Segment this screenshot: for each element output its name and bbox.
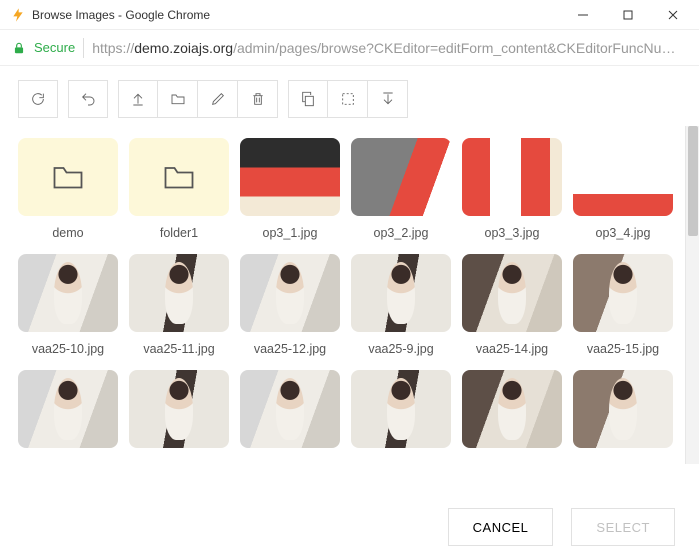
window-minimize-button[interactable] [560,0,605,30]
select-button[interactable]: SELECT [571,508,675,546]
image-item[interactable]: op3_1.jpg [240,138,340,240]
image-thumbnail [462,370,562,448]
item-label: vaa25-9.jpg [368,342,433,356]
item-label: vaa25-12.jpg [254,342,326,356]
item-label: vaa25-15.jpg [587,342,659,356]
image-item[interactable]: vaa25-15.jpg [573,254,673,356]
item-label: vaa25-14.jpg [476,342,548,356]
image-item[interactable]: op3_4.jpg [573,138,673,240]
image-thumbnail [573,370,673,448]
window-maximize-button[interactable] [605,0,650,30]
image-item[interactable] [573,370,673,458]
secure-label: Secure [34,40,75,55]
folder-icon [18,138,118,216]
window-title: Browse Images - Google Chrome [32,8,560,22]
paste-button[interactable] [368,80,408,118]
toolbar [0,66,699,126]
image-thumbnail [18,254,118,332]
image-thumbnail [351,370,451,448]
rename-button[interactable] [198,80,238,118]
image-thumbnail [351,138,451,216]
window-close-button[interactable] [650,0,695,30]
window-titlebar: Browse Images - Google Chrome [0,0,699,30]
copy-button[interactable] [288,80,328,118]
cut-button[interactable] [328,80,368,118]
image-item[interactable]: vaa25-11.jpg [129,254,229,356]
image-thumbnail [462,254,562,332]
image-item[interactable] [18,370,118,458]
image-thumbnail [129,370,229,448]
dialog-actions: CANCEL SELECT [448,508,675,546]
item-label: op3_4.jpg [596,226,651,240]
image-thumbnail [240,370,340,448]
file-browser-dialog: demo folder1 op3_1.jpg op3_2.jpg op3_3.jpg op… [0,66,699,560]
folder-icon [129,138,229,216]
image-item[interactable] [462,370,562,458]
image-item[interactable]: vaa25-9.jpg [351,254,451,356]
address-bar: Secure https://demo.zoiajs.org/admin/pag… [0,30,699,66]
image-item[interactable] [240,370,340,458]
new-folder-button[interactable] [158,80,198,118]
image-thumbnail [18,370,118,448]
image-item[interactable] [351,370,451,458]
folder-item[interactable]: demo [18,138,118,240]
url-display[interactable]: https://demo.zoiajs.org/admin/pages/brow… [92,40,687,56]
scrollbar-thumb[interactable] [688,126,698,236]
image-thumbnail [573,254,673,332]
addrbar-divider [83,38,84,58]
image-item[interactable]: vaa25-10.jpg [18,254,118,356]
lock-icon [12,41,26,55]
item-label: op3_2.jpg [374,226,429,240]
cancel-button[interactable]: CANCEL [448,508,554,546]
back-button[interactable] [68,80,108,118]
image-item[interactable]: op3_2.jpg [351,138,451,240]
image-thumbnail [351,254,451,332]
items-grid: demo folder1 op3_1.jpg op3_2.jpg op3_3.jpg op… [0,126,699,476]
image-thumbnail [129,254,229,332]
item-label: vaa25-10.jpg [32,342,104,356]
folder-item[interactable]: folder1 [129,138,229,240]
item-label: vaa25-11.jpg [143,342,214,356]
scrollbar[interactable] [685,126,699,464]
item-label: folder1 [160,226,198,240]
image-item[interactable] [129,370,229,458]
image-item[interactable]: vaa25-14.jpg [462,254,562,356]
delete-button[interactable] [238,80,278,118]
image-thumbnail [240,138,340,216]
upload-button[interactable] [118,80,158,118]
refresh-button[interactable] [18,80,58,118]
item-label: op3_3.jpg [485,226,540,240]
image-thumbnail [573,138,673,216]
image-item[interactable]: op3_3.jpg [462,138,562,240]
favicon-lightning-icon [10,7,26,23]
image-thumbnail [462,138,562,216]
image-item[interactable]: vaa25-12.jpg [240,254,340,356]
item-label: op3_1.jpg [263,226,318,240]
item-label: demo [52,226,83,240]
image-thumbnail [240,254,340,332]
